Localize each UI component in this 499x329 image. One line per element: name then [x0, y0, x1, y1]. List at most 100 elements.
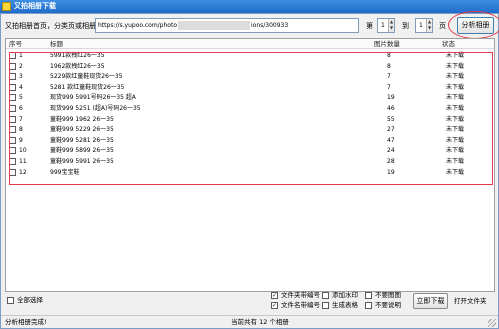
- select-all-label: 全部选择: [17, 296, 43, 304]
- row-status: 未下载: [446, 62, 465, 70]
- row-index: 6: [19, 105, 23, 112]
- row-title: 1962款拽红26一35: [50, 62, 105, 70]
- row-checkbox[interactable]: [9, 168, 16, 176]
- title-bar: 又拍相册下载: [0, 0, 499, 13]
- row-count: 19: [387, 168, 395, 176]
- checkbox-box[interactable]: [322, 292, 329, 299]
- row-status: 未下载: [446, 168, 465, 176]
- table-row[interactable]: 9 童鞋999 5281 26一35 47 未下载: [6, 136, 494, 146]
- row-status: 未下载: [446, 126, 465, 134]
- url-prefix: https://s.yupoo.com/photo: [98, 22, 177, 29]
- row-title: 童鞋999 1962 26一35: [50, 115, 114, 123]
- row-status: 未下载: [446, 136, 465, 144]
- row-checkbox[interactable]: [9, 158, 16, 165]
- header-index[interactable]: 序号: [9, 40, 22, 48]
- row-count: 24: [387, 147, 395, 155]
- page-from-value: 1: [381, 22, 385, 29]
- row-title: 现货999 5991号码26一35 超A: [50, 94, 136, 102]
- row-title: 现货999 5251 (超A)号码26一35: [50, 105, 141, 112]
- row-index: 4: [19, 83, 23, 91]
- row-title: 999宝宝鞋: [50, 168, 80, 176]
- status-bar: 分析相册完成! 当前共有 12 个相册: [1, 315, 498, 328]
- url-input[interactable]: https://s.yupoo.com/photo ions/300933: [95, 18, 359, 33]
- table-row[interactable]: 5 现货999 5991号码26一35 超A 19 未下载: [6, 93, 494, 103]
- table-row[interactable]: 2 1962款拽红26一35 8 未下载: [6, 62, 494, 72]
- row-checkbox[interactable]: [9, 126, 16, 134]
- row-checkbox[interactable]: [9, 52, 16, 59]
- page-to-label: 到: [402, 22, 409, 30]
- row-title: 童鞋999 5229 26一35: [50, 126, 114, 134]
- row-index: 1: [19, 52, 23, 59]
- row-index: 10: [19, 147, 27, 155]
- download-button[interactable]: 立即下载: [413, 293, 448, 309]
- row-checkbox[interactable]: [9, 105, 16, 112]
- stepper-arrows-icon[interactable]: ▲ ▼: [388, 19, 394, 32]
- row-index: 3: [19, 73, 23, 81]
- row-count: 47: [387, 136, 395, 144]
- table-row[interactable]: 1 5991款拽红26一35 8 未下载: [6, 51, 494, 61]
- url-mask: [178, 21, 250, 30]
- row-count: 8: [387, 62, 391, 70]
- no-description-label: 不要说明: [375, 301, 401, 309]
- album-list[interactable]: 序号 标题 图片数量 状态 1 5991款拽红26一35 8 未下载 2 1962款拽红2…: [5, 38, 495, 292]
- folder-number-label: 文件夹带编号: [281, 291, 320, 299]
- row-checkbox[interactable]: [9, 62, 16, 70]
- row-status: 未下载: [446, 158, 465, 165]
- row-index: 9: [19, 136, 23, 144]
- open-folder-link[interactable]: 打开文件夹: [454, 297, 487, 306]
- row-status: 未下载: [446, 52, 465, 59]
- list-header: 序号 标题 图片数量 状态: [6, 39, 494, 49]
- table-row[interactable]: 3 5229款红童鞋现货26一35 7 未下载: [6, 72, 494, 82]
- analyze-album-button[interactable]: 分析相册: [457, 17, 494, 34]
- row-checkbox[interactable]: [9, 147, 16, 155]
- page-from-stepper[interactable]: 1 ▲ ▼: [377, 18, 395, 33]
- page-to-stepper[interactable]: 1 ▲ ▼: [415, 18, 433, 33]
- row-count: 7: [387, 83, 391, 91]
- row-title: 5229款红童鞋现货26一35: [50, 73, 123, 81]
- table-row[interactable]: 10 童鞋999 5899 26一35 24 未下载: [6, 146, 494, 156]
- row-index: 7: [19, 115, 23, 123]
- row-status: 未下载: [446, 83, 465, 91]
- row-count: 27: [387, 126, 395, 134]
- table-row[interactable]: 11 童鞋999 5991 26一35 28 未下载: [6, 157, 494, 167]
- row-status: 未下载: [446, 105, 465, 112]
- row-status: 未下载: [446, 73, 465, 81]
- header-title[interactable]: 标题: [50, 40, 63, 48]
- table-row[interactable]: 12 999宝宝鞋 19 未下载: [6, 168, 494, 178]
- row-status: 未下载: [446, 115, 465, 123]
- row-count: 19: [387, 94, 395, 102]
- row-status: 未下载: [446, 147, 465, 155]
- table-row[interactable]: 6 现货999 5251 (超A)号码26一35 46 未下载: [6, 104, 494, 114]
- header-count[interactable]: 图片数量: [374, 40, 400, 48]
- row-index: 8: [19, 126, 23, 134]
- row-index: 12: [19, 168, 27, 176]
- checkbox-box[interactable]: [365, 292, 372, 299]
- stepper-arrows-icon[interactable]: ▲ ▼: [426, 19, 432, 32]
- check-icon[interactable]: ✓: [271, 302, 278, 309]
- row-checkbox[interactable]: [9, 94, 16, 102]
- generate-table-label: 生成表格: [332, 301, 358, 309]
- row-checkbox[interactable]: [9, 136, 16, 144]
- table-row[interactable]: 8 童鞋999 5229 26一35 27 未下载: [6, 125, 494, 135]
- app-icon: [2, 2, 11, 11]
- table-row[interactable]: 4 5281 款红童鞋现货26一35 7 未下载: [6, 83, 494, 93]
- header-status[interactable]: 状态: [442, 40, 455, 48]
- url-suffix: ions/300933: [251, 22, 289, 29]
- row-title: 童鞋999 5281 26一35: [50, 136, 114, 144]
- resize-grip-icon[interactable]: [488, 319, 496, 327]
- check-icon[interactable]: ✓: [271, 292, 278, 299]
- checkbox-box[interactable]: [365, 302, 372, 309]
- row-title: 童鞋999 5899 26一35: [50, 147, 114, 155]
- row-checkbox[interactable]: [9, 73, 16, 81]
- row-index: 2: [19, 62, 23, 70]
- status-message: 分析相册完成!: [5, 318, 47, 326]
- table-row[interactable]: 7 童鞋999 1962 26一35 55 未下载: [6, 115, 494, 125]
- checkbox-box[interactable]: [7, 297, 14, 304]
- page-to-value: 1: [419, 22, 423, 29]
- row-count: 8: [387, 52, 391, 59]
- row-count: 28: [387, 158, 395, 165]
- row-checkbox[interactable]: [9, 83, 16, 91]
- checkbox-box[interactable]: [322, 302, 329, 309]
- row-checkbox[interactable]: [9, 115, 16, 123]
- window-title: 又拍相册下载: [14, 2, 56, 10]
